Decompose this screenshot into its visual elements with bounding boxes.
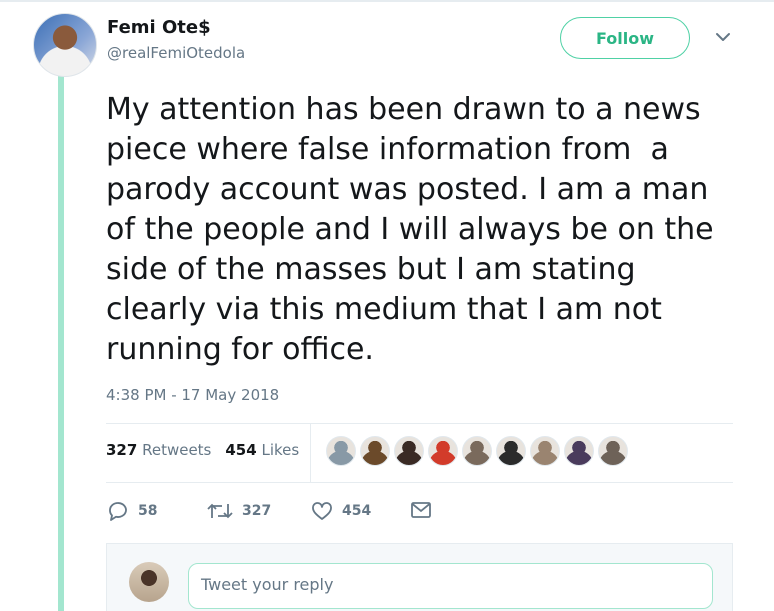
likers-avatars (326, 436, 628, 466)
reply-count: 58 (138, 503, 158, 519)
tweet-timestamp[interactable]: 4:38 PM - 17 May 2018 (106, 386, 279, 404)
tweet-text: My attention has been drawn to a news pi… (106, 92, 714, 367)
follow-button[interactable]: Follow (560, 17, 690, 59)
retweets-stat[interactable]: 327 Retweets (106, 441, 211, 459)
avatar-3[interactable] (394, 436, 424, 466)
current-user-avatar (129, 562, 169, 602)
reply-composer: Tweet your reply (106, 543, 733, 611)
thread-line (58, 74, 64, 611)
retweet-count: 327 (242, 503, 272, 519)
tweet-stats: 327 Retweets 454 Likes (106, 441, 299, 459)
avatar-5[interactable] (462, 436, 492, 466)
avatar-2[interactable] (360, 436, 390, 466)
author-name[interactable]: Femi Ote$ (107, 17, 211, 38)
likes-label: Likes (261, 441, 300, 459)
avatar-7[interactable] (530, 436, 560, 466)
reply-icon (109, 502, 127, 521)
reply-input[interactable]: Tweet your reply (188, 563, 713, 609)
avatar-9[interactable] (598, 436, 628, 466)
direct-message-action[interactable] (410, 500, 432, 520)
like-action[interactable]: 454 (310, 500, 371, 522)
like-count: 454 (342, 503, 372, 519)
avatar-6[interactable] (496, 436, 526, 466)
likes-stat[interactable]: 454 Likes (225, 441, 299, 459)
chevron-down-icon[interactable] (714, 30, 732, 44)
party-logo-avatar-4[interactable] (428, 436, 458, 466)
retweet-action[interactable]: 327 (206, 500, 271, 522)
likes-count: 454 (225, 441, 257, 459)
top-border (0, 0, 774, 2)
stats-bottom-divider (106, 482, 733, 483)
stats-separator (310, 424, 311, 482)
heart-icon (312, 502, 332, 520)
default-avatar-1[interactable] (326, 436, 356, 466)
envelope-icon (411, 502, 431, 518)
stats-top-divider (106, 423, 733, 424)
reply-action[interactable]: 58 (106, 500, 157, 522)
retweets-count: 327 (106, 441, 138, 459)
retweets-label: Retweets (142, 441, 212, 459)
author-handle[interactable]: @realFemiOtedola (107, 44, 245, 62)
retweet-icon (207, 503, 233, 519)
author-avatar[interactable] (33, 13, 97, 77)
avatar-8[interactable] (564, 436, 594, 466)
